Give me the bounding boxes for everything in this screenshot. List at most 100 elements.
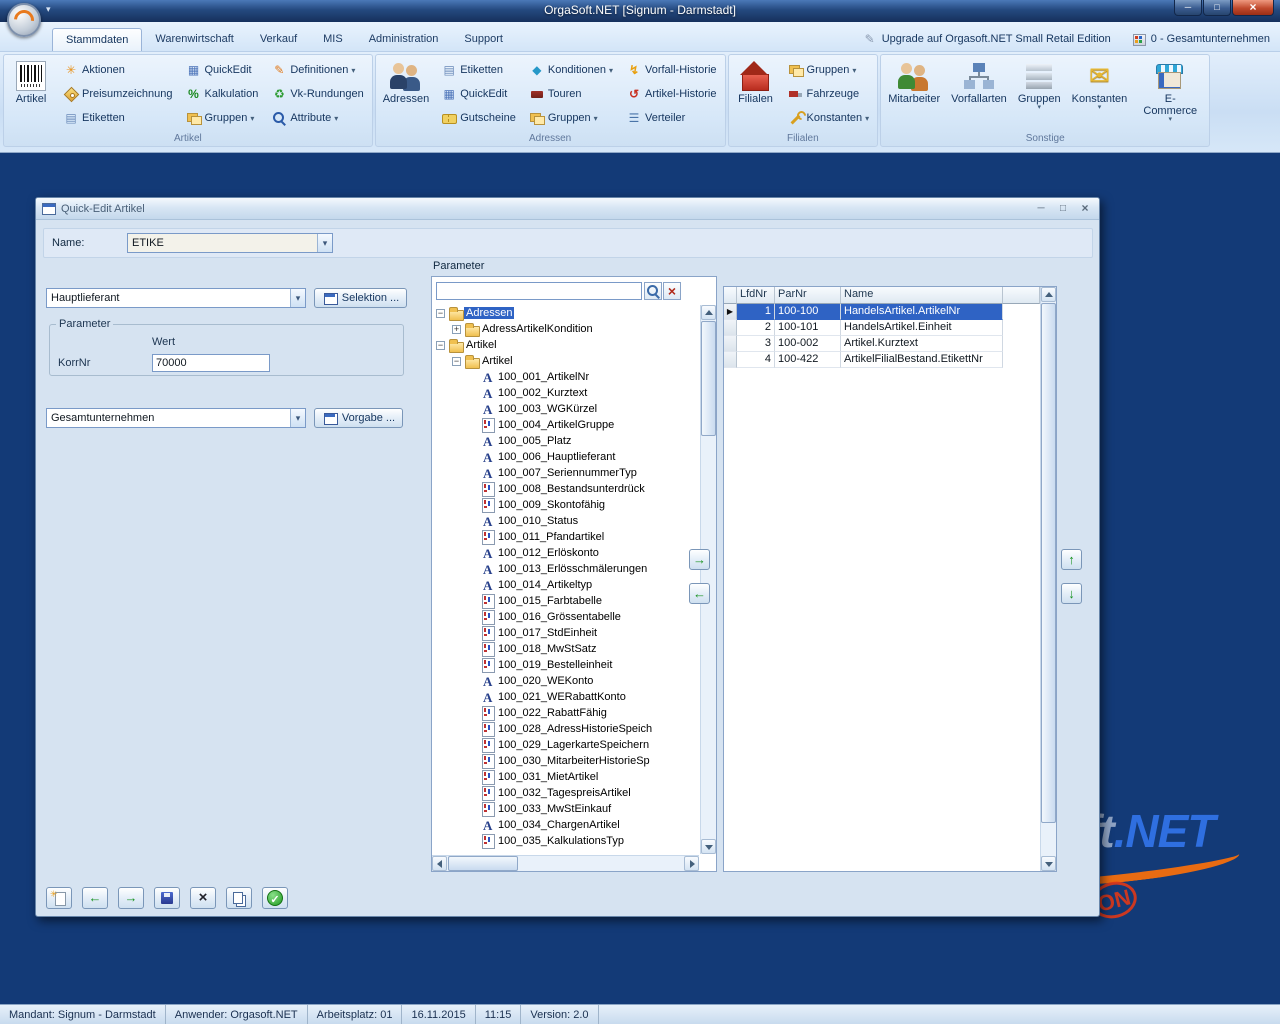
tree-node[interactable]: 100_018_MwStSatz bbox=[433, 641, 699, 657]
ribbon-button-etiketten[interactable]: Etiketten bbox=[438, 60, 519, 80]
ribbon-button-attribute[interactable]: Attribute bbox=[268, 108, 366, 128]
ribbon-button-aktionen[interactable]: Aktionen bbox=[60, 60, 176, 80]
grid-row[interactable]: ▶1100-100HandelsArtikel.ArtikelNr bbox=[724, 304, 1040, 320]
ribbon-button-fahrzeuge[interactable]: Fahrzeuge bbox=[785, 84, 873, 104]
dialog-titlebar[interactable]: Quick-Edit Artikel bbox=[36, 198, 1099, 220]
tree-node[interactable]: 100_003_WGKürzel bbox=[433, 401, 699, 417]
column-header-parnr[interactable]: ParNr bbox=[775, 287, 841, 304]
row-selector[interactable]: ▶ bbox=[724, 304, 737, 320]
chevron-down-icon[interactable] bbox=[290, 409, 305, 427]
tree-node[interactable]: 100_030_MitarbeiterHistorieSp bbox=[433, 753, 699, 769]
column-header-name[interactable]: Name bbox=[841, 287, 1003, 304]
tree-vertical-scrollbar[interactable] bbox=[700, 305, 716, 854]
add-parameter-button[interactable] bbox=[689, 549, 710, 570]
tree-node[interactable]: 100_029_LagerkarteSpeichern bbox=[433, 737, 699, 753]
tree-node[interactable]: 100_035_KalkulationsTyp bbox=[433, 833, 699, 849]
scroll-left-icon[interactable] bbox=[432, 856, 447, 871]
ribbon-button-kalkulation[interactable]: Kalkulation bbox=[183, 84, 262, 104]
scroll-up-icon[interactable] bbox=[1041, 287, 1056, 302]
ribbon-button-preisumzeichnung[interactable]: Preisumzeichnung bbox=[60, 84, 176, 104]
company-selector[interactable]: 0 - Gesamtunternehmen bbox=[1131, 31, 1270, 47]
vorgabe-button[interactable]: Vorgabe ... bbox=[314, 408, 403, 428]
dialog-close-button[interactable] bbox=[1077, 202, 1093, 216]
scroll-down-icon[interactable] bbox=[1041, 856, 1056, 871]
tree-node[interactable]: 100_028_AdressHistorieSpeich bbox=[433, 721, 699, 737]
tree-node[interactable]: 100_005_Platz bbox=[433, 433, 699, 449]
ribbon-button-gruppen[interactable]: Gruppen bbox=[183, 108, 262, 128]
hauptlieferant-combo[interactable]: Hauptlieferant bbox=[46, 288, 306, 308]
name-combo[interactable]: ETIKE bbox=[127, 233, 333, 253]
tree-node[interactable]: 100_011_Pfandartikel bbox=[433, 529, 699, 545]
tree-node[interactable]: 100_017_StdEinheit bbox=[433, 625, 699, 641]
ribbon-button-konstanten[interactable]: Konstanten bbox=[785, 108, 873, 128]
row-selector[interactable] bbox=[724, 352, 737, 368]
grid-vertical-scrollbar[interactable] bbox=[1040, 287, 1056, 871]
ribbon-button-adressen[interactable]: Adressen bbox=[381, 60, 431, 106]
ribbon-button-gruppen[interactable]: Gruppen bbox=[785, 60, 873, 80]
move-down-button[interactable] bbox=[1061, 583, 1082, 604]
row-selector[interactable] bbox=[724, 336, 737, 352]
korrnr-input[interactable] bbox=[152, 354, 270, 372]
expander-icon[interactable] bbox=[436, 309, 445, 318]
tree-node[interactable]: Adressen bbox=[433, 305, 699, 321]
tab-stammdaten[interactable]: Stammdaten bbox=[52, 28, 142, 51]
tab-mis[interactable]: MIS bbox=[310, 28, 356, 51]
close-button[interactable] bbox=[1232, 0, 1274, 16]
ribbon-button-filialen[interactable]: Filialen bbox=[734, 60, 778, 106]
ribbon-button-quickedit[interactable]: QuickEdit bbox=[438, 84, 519, 104]
tree-horizontal-scrollbar[interactable] bbox=[432, 855, 699, 871]
column-header-lfdnr[interactable]: LfdNr bbox=[737, 287, 775, 304]
move-up-button[interactable] bbox=[1061, 549, 1082, 570]
tree-node[interactable]: 100_014_Artikeltyp bbox=[433, 577, 699, 593]
ribbon-button-vorfallarten[interactable]: Vorfallarten bbox=[949, 60, 1009, 106]
ribbon-button-vorfall-historie[interactable]: Vorfall-Historie bbox=[623, 60, 720, 80]
tree-node[interactable]: Artikel bbox=[433, 337, 699, 353]
ribbon-button-konstanten[interactable]: Konstanten bbox=[1070, 60, 1130, 112]
row-selector[interactable] bbox=[724, 320, 737, 336]
ribbon-button-artikel[interactable]: Artikel bbox=[9, 60, 53, 106]
copy-button[interactable] bbox=[226, 887, 252, 909]
selektion-button[interactable]: Selektion ... bbox=[314, 288, 407, 308]
grid-row[interactable]: 2100-101HandelsArtikel.Einheit bbox=[724, 320, 1040, 336]
tab-warenwirtschaft[interactable]: Warenwirtschaft bbox=[142, 28, 246, 51]
ribbon-button-definitionen[interactable]: Definitionen bbox=[268, 60, 366, 80]
remove-parameter-button[interactable] bbox=[689, 583, 710, 604]
tree-node[interactable]: 100_013_Erlösschmälerungen bbox=[433, 561, 699, 577]
tree-node[interactable]: 100_022_RabattFähig bbox=[433, 705, 699, 721]
chevron-down-icon[interactable] bbox=[290, 289, 305, 307]
forward-button[interactable] bbox=[118, 887, 144, 909]
tree-node[interactable]: 100_015_Farbtabelle bbox=[433, 593, 699, 609]
grid-row[interactable]: 3100-002Artikel.Kurztext bbox=[724, 336, 1040, 352]
scrollbar-thumb[interactable] bbox=[701, 321, 716, 436]
save-button[interactable] bbox=[154, 887, 180, 909]
tree-node[interactable]: 100_004_ArtikelGruppe bbox=[433, 417, 699, 433]
clear-search-button[interactable] bbox=[663, 282, 681, 300]
scroll-right-icon[interactable] bbox=[684, 856, 699, 871]
tree-node[interactable]: 100_033_MwStEinkauf bbox=[433, 801, 699, 817]
delete-button[interactable] bbox=[190, 887, 216, 909]
tree-node[interactable]: 100_008_Bestandsunterdrück bbox=[433, 481, 699, 497]
ribbon-button-gutscheine[interactable]: Gutscheine bbox=[438, 108, 519, 128]
grid-row[interactable]: 4100-422ArtikelFilialBestand.EtikettNr bbox=[724, 352, 1040, 368]
expander-icon[interactable] bbox=[452, 325, 461, 334]
new-button[interactable] bbox=[46, 887, 72, 909]
dialog-maximize-button[interactable] bbox=[1055, 202, 1071, 216]
expander-icon[interactable] bbox=[436, 341, 445, 350]
ribbon-button-quickedit[interactable]: QuickEdit bbox=[183, 60, 262, 80]
chevron-down-icon[interactable] bbox=[317, 234, 332, 252]
tree-node[interactable]: 100_007_SeriennummerTyp bbox=[433, 465, 699, 481]
application-menu-button[interactable] bbox=[7, 3, 41, 37]
tree-node[interactable]: 100_031_MietArtikel bbox=[433, 769, 699, 785]
back-button[interactable] bbox=[82, 887, 108, 909]
tab-administration[interactable]: Administration bbox=[356, 28, 452, 51]
tree-node[interactable]: 100_032_TagespreisArtikel bbox=[433, 785, 699, 801]
tab-support[interactable]: Support bbox=[451, 28, 516, 51]
tree-node[interactable]: 100_019_Bestelleinheit bbox=[433, 657, 699, 673]
ribbon-button-artikel-historie[interactable]: Artikel-Historie bbox=[623, 84, 720, 104]
ribbon-button-e-commerce[interactable]: E-Commerce bbox=[1136, 60, 1204, 124]
tree-node[interactable]: 100_034_ChargenArtikel bbox=[433, 817, 699, 833]
tree-node[interactable]: Artikel bbox=[433, 353, 699, 369]
tree-node[interactable]: 100_020_WEKonto bbox=[433, 673, 699, 689]
ribbon-button-gruppen[interactable]: Gruppen bbox=[1016, 60, 1063, 112]
ribbon-button-verteiler[interactable]: Verteiler bbox=[623, 108, 720, 128]
